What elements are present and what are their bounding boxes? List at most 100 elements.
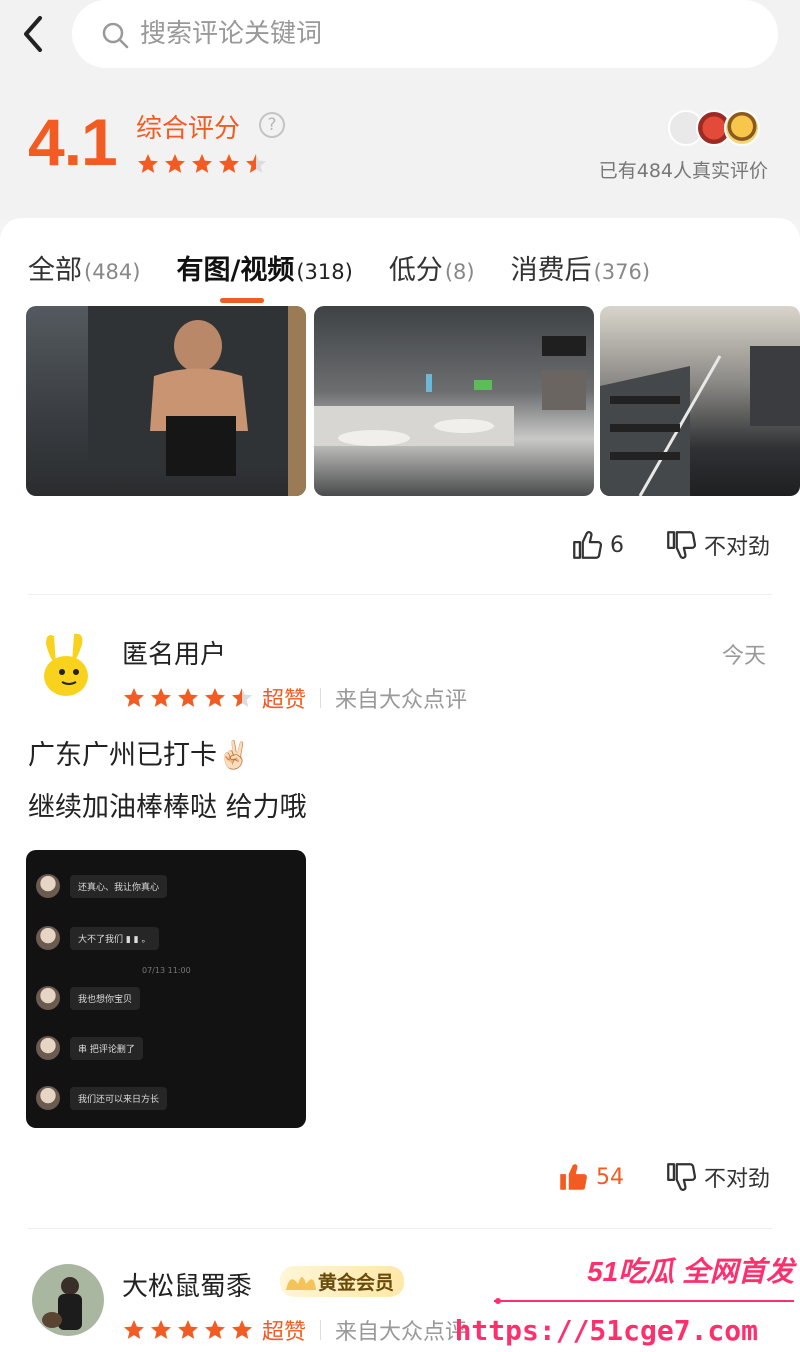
vip-label: 黄金会员 — [318, 1272, 395, 1294]
yellow-bunny-avatar-icon — [32, 630, 104, 702]
star-icon — [178, 1320, 198, 1339]
tab-count: (484) — [84, 260, 141, 284]
star-icon — [219, 154, 239, 173]
watermark-line-icon — [494, 1298, 794, 1304]
review-count: 已有484人真实评价 — [598, 160, 768, 182]
chat-message: 我们还可以来日方长 — [36, 1086, 168, 1110]
star-icon — [124, 1320, 144, 1339]
man-with-dog-avatar-icon — [32, 1264, 104, 1336]
gym-treadmill-image — [600, 346, 800, 496]
back-arrow-icon — [24, 16, 42, 52]
thumbs-down-icon — [667, 1163, 697, 1191]
review-actions: 54 不对劲 — [556, 1160, 770, 1194]
review-source: 来自大众点评 — [335, 1320, 468, 1345]
star-icon — [151, 688, 171, 707]
star-icon — [205, 688, 225, 707]
gold-member-icon — [286, 1276, 316, 1290]
review-meta: 超赞 来自大众点评 — [122, 1314, 467, 1346]
chat-bubble: 还真心、我让你真心 — [70, 874, 168, 898]
divider — [28, 1228, 772, 1229]
chat-message: 还真心、我让你真心 — [36, 874, 168, 898]
report-label: 不对劲 — [703, 1167, 770, 1192]
overall-stars — [136, 152, 268, 176]
star-icon — [138, 154, 158, 173]
like-count: 6 — [609, 532, 624, 558]
tab-count: (8) — [444, 260, 475, 284]
avatar[interactable] — [32, 1264, 104, 1336]
reviewer-name[interactable]: 大松鼠蜀黍 — [122, 1266, 252, 1303]
mirror-selfie-image — [88, 306, 306, 496]
overall-score: 4.1 — [28, 105, 118, 179]
watermark-brand: 51吃瓜 全网首发 — [587, 1256, 794, 1287]
tab-label: 全部 — [28, 255, 82, 286]
tab-low-score[interactable]: 低分(8) — [389, 248, 475, 287]
chat-bubble: 大不了我们 ▮ ▮ 。 — [70, 926, 159, 950]
star-icon — [246, 154, 266, 173]
tab-photo-video[interactable]: 有图/视频(318) — [176, 248, 353, 303]
separator — [320, 1320, 322, 1340]
avatar — [724, 110, 760, 146]
chat-timestamp: 07/13 11:00 — [142, 966, 191, 975]
review-text-line: 继续加油棒棒哒 给力哦 — [28, 792, 307, 823]
like-button[interactable]: 54 — [556, 1160, 624, 1194]
like-button[interactable]: 6 — [570, 528, 624, 562]
avatar — [36, 1036, 60, 1060]
rating-summary: 4.1 综合评分 ? 已有484人真实评价 — [0, 90, 800, 220]
star-icon — [165, 154, 185, 173]
help-icon[interactable]: ? — [259, 112, 285, 138]
tab-after-consumption[interactable]: 消费后(376) — [511, 248, 650, 287]
tab-count: (318) — [296, 260, 353, 284]
star-icon — [205, 1320, 225, 1339]
avatar — [36, 1086, 60, 1110]
praise-tag: 超赞 — [262, 1320, 307, 1345]
review-photo[interactable] — [600, 306, 800, 496]
avatar — [36, 986, 60, 1010]
star-icon — [178, 688, 198, 707]
thumbs-up-icon — [573, 531, 603, 559]
divider — [28, 594, 772, 595]
chat-bubble: 我们还可以来日方长 — [70, 1086, 168, 1110]
praise-tag: 超赞 — [262, 688, 307, 713]
reviews-card: 全部(484) 有图/视频(318) 低分(8) 消费后(376) 6 不对劲 … — [0, 218, 800, 1352]
star-icon — [151, 1320, 171, 1339]
report-label: 不对劲 — [703, 535, 770, 560]
star-icon — [232, 1320, 252, 1339]
tab-label: 低分 — [388, 255, 443, 286]
tab-label: 消费后 — [510, 255, 592, 286]
report-button[interactable]: 不对劲 — [664, 1160, 770, 1194]
review-source: 来自大众点评 — [335, 688, 468, 713]
star-icon — [192, 154, 212, 173]
separator — [320, 688, 322, 708]
avatar — [36, 926, 60, 950]
review-actions: 6 不对劲 — [570, 528, 770, 562]
review-date: 今天 — [721, 644, 766, 669]
thumbs-down-icon — [667, 531, 697, 559]
review-stars — [122, 1318, 254, 1342]
review-photo[interactable] — [314, 306, 594, 496]
search-box[interactable] — [72, 0, 778, 68]
search-input[interactable] — [140, 10, 740, 58]
washroom-image — [314, 336, 586, 446]
avatar[interactable] — [32, 630, 104, 702]
tab-count: (376) — [593, 260, 651, 284]
report-button[interactable]: 不对劲 — [664, 528, 770, 562]
reviewer-name[interactable]: 匿名用户 — [122, 634, 226, 671]
vip-badge: 黄金会员 — [280, 1266, 405, 1297]
avatar — [36, 874, 60, 898]
back-button[interactable] — [18, 14, 54, 54]
chat-message: 我也想你宝贝 — [36, 986, 141, 1010]
star-icon — [124, 688, 144, 707]
review-text: 广东广州已打卡✌🏻 继续加油棒棒哒 给力哦 — [28, 730, 307, 834]
chat-bubble: 我也想你宝贝 — [70, 986, 141, 1010]
chat-bubble: 串 把评论删了 — [70, 1036, 143, 1060]
search-icon — [102, 22, 129, 49]
review-screenshot[interactable]: 还真心、我让你真心 大不了我们 ▮ ▮ 。 07/13 11:00 我也想你宝贝… — [26, 850, 306, 1128]
thumbs-up-filled-icon — [560, 1164, 587, 1190]
review-photo[interactable] — [26, 306, 306, 496]
star-icon — [232, 688, 252, 707]
tab-all[interactable]: 全部(484) — [28, 248, 140, 287]
watermark: 51吃瓜 全网首发 https://51cge7.com — [455, 1250, 794, 1350]
review-stars — [122, 686, 254, 710]
review-meta: 超赞 来自大众点评 — [122, 682, 467, 714]
review-text-line: 广东广州已打卡✌🏻 — [28, 740, 251, 771]
